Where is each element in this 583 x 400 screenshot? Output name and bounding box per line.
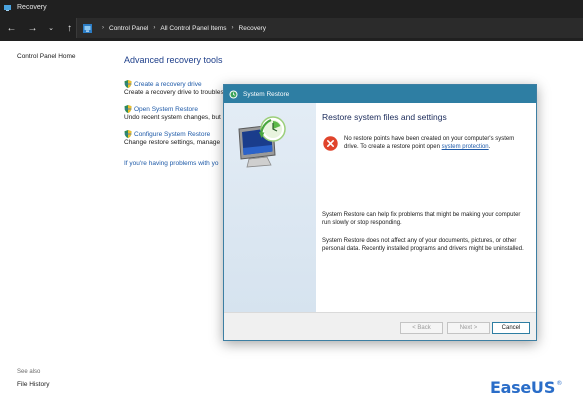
page-title: Advanced recovery tools (124, 55, 223, 65)
system-restore-icon (229, 90, 238, 98)
configure-system-restore-label: Configure System Restore (134, 130, 211, 138)
system-restore-dialog: System Restore Restore system files and … (223, 84, 537, 341)
system-protection-link[interactable]: system protection (442, 144, 489, 150)
see-also-heading: See also (17, 369, 41, 375)
left-navigation-pane: Control Panel Home See also File History (0, 41, 110, 400)
arrow-up-icon: ↑ (67, 22, 72, 34)
watermark-registered: ® (556, 380, 563, 387)
control-panel-home-link[interactable]: Control Panel Home (17, 53, 76, 60)
uac-shield-icon (124, 105, 132, 113)
arrow-right-icon: → (27, 22, 38, 34)
breadcrumb[interactable]: › Control Panel › All Control Panel Item… (76, 18, 583, 38)
back-button-disabled[interactable]: < Back (400, 322, 443, 334)
breadcrumb-separator: › (102, 25, 104, 31)
dialog-main-panel: Restore system files and settings No res… (316, 103, 536, 312)
dialog-side-panel (224, 103, 316, 312)
problems-link[interactable]: If you're having problems with yo (124, 160, 218, 167)
back-button[interactable]: ← (2, 19, 21, 38)
dialog-heading: Restore system files and settings (322, 112, 447, 122)
dialog-footer: < Back Next > Cancel (224, 312, 536, 340)
tool-open-system-restore: Open System Restore Undo recent system c… (124, 105, 221, 121)
system-restore-illustration-icon (238, 116, 286, 168)
address-bar: ← → ⌄ ↑ › Control Panel › All Control Pa… (0, 15, 583, 41)
file-history-link[interactable]: File History (17, 381, 50, 388)
chevron-down-icon: ⌄ (48, 25, 54, 32)
breadcrumb-control-panel[interactable]: Control Panel (109, 25, 148, 32)
window-title: Recovery (17, 4, 47, 11)
breadcrumb-all-items[interactable]: All Control Panel Items (160, 25, 226, 32)
create-recovery-drive-link[interactable]: Create a recovery drive (124, 80, 224, 88)
restore-safety-paragraph: System Restore does not affect any of yo… (322, 238, 524, 252)
recent-locations-button[interactable]: ⌄ (44, 19, 58, 38)
no-restore-points-message: No restore points have been created on y… (344, 135, 529, 151)
uac-shield-icon (124, 130, 132, 138)
no-restore-points-period: . (488, 144, 491, 150)
cancel-button[interactable]: Cancel (492, 322, 530, 334)
watermark-ease: Ease (490, 378, 531, 397)
tool-create-recovery-drive: Create a recovery drive Create a recover… (124, 80, 224, 96)
recovery-app-icon (4, 4, 11, 11)
control-panel-icon (83, 23, 92, 33)
open-system-restore-label: Open System Restore (134, 105, 198, 113)
arrow-left-icon: ← (6, 22, 17, 34)
dialog-title: System Restore (243, 90, 290, 98)
easeus-watermark: Ease US ® (490, 378, 562, 397)
next-button-disabled[interactable]: Next > (447, 322, 490, 334)
error-x-icon (323, 136, 338, 151)
uac-shield-icon (124, 80, 132, 88)
breadcrumb-separator: › (153, 25, 156, 31)
breadcrumb-recovery[interactable]: Recovery (239, 25, 266, 32)
open-system-restore-description: Undo recent system changes, but (124, 114, 221, 121)
watermark-us: US (530, 378, 556, 397)
restore-description-paragraph: System Restore can help fix problems tha… (322, 212, 521, 226)
create-recovery-drive-label: Create a recovery drive (134, 80, 202, 88)
dialog-titlebar[interactable]: System Restore (224, 85, 536, 103)
create-recovery-drive-description: Create a recovery drive to troubles (124, 89, 224, 96)
tool-configure-system-restore: Configure System Restore Change restore … (124, 130, 220, 146)
configure-system-restore-link[interactable]: Configure System Restore (124, 130, 220, 138)
breadcrumb-separator: › (231, 25, 234, 31)
window-titlebar: Recovery (0, 0, 583, 15)
open-system-restore-link[interactable]: Open System Restore (124, 105, 221, 113)
forward-button[interactable]: → (23, 19, 42, 38)
configure-system-restore-description: Change restore settings, manage (124, 139, 221, 146)
